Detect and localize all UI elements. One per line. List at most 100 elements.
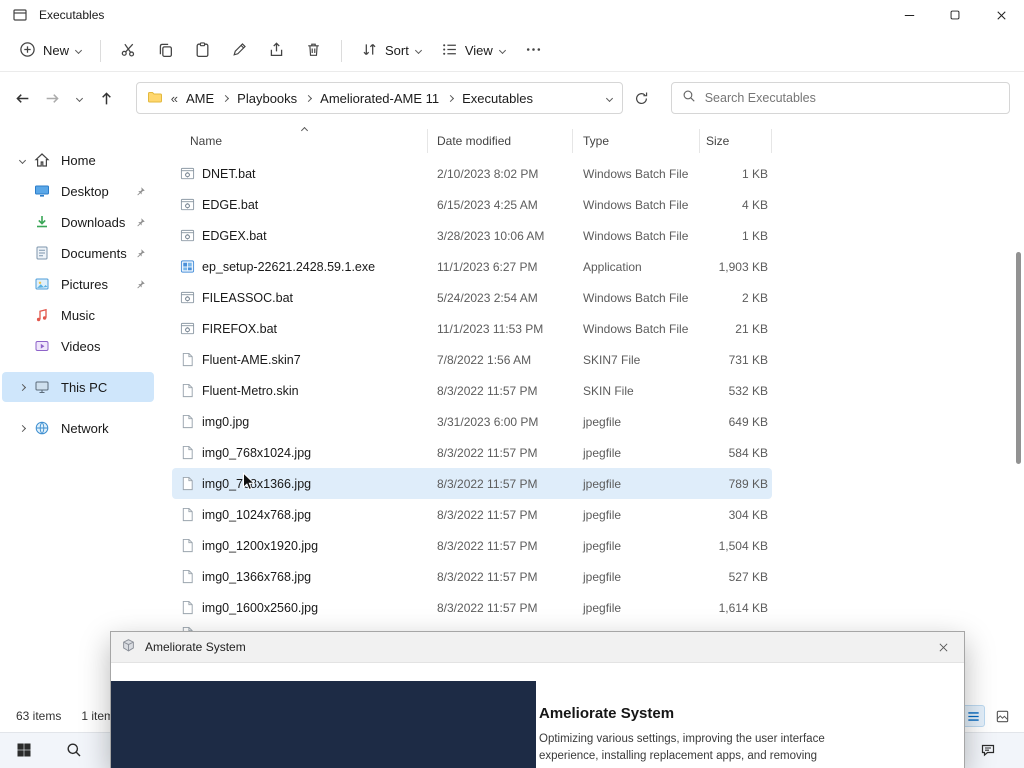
column-header-date-modified[interactable]: Date modified — [428, 129, 573, 153]
table-row[interactable]: img0_1024x768.jpg 8/3/2022 11:57 PM jpegfi… — [172, 499, 772, 530]
navigation-pane: Home Desktop Downloads Documents Pictures Mus… — [0, 124, 156, 700]
rename-button[interactable] — [222, 35, 257, 67]
file-explorer-window: Executables New Sort View « AME Playbook… — [0, 0, 1024, 732]
chevron-right-icon[interactable] — [18, 383, 26, 391]
pin-icon — [135, 186, 146, 197]
ellipsis-icon — [525, 41, 542, 61]
dialog-close-button[interactable] — [922, 632, 964, 663]
table-row[interactable]: EDGEX.bat 3/28/2023 10:06 AM Windows Batch… — [172, 220, 772, 251]
sidebar-item-desktop[interactable]: Desktop — [2, 176, 154, 206]
sidebar-item-this-pc[interactable]: This PC — [2, 372, 154, 402]
desktop: Executables New Sort View « AME Playbook… — [0, 0, 1024, 768]
new-button[interactable]: New — [10, 35, 90, 67]
column-header-type[interactable]: Type — [573, 129, 700, 153]
explorer-main: Home Desktop Downloads Documents Pictures Mus… — [0, 124, 1024, 700]
sidebar-item-network[interactable]: Network — [2, 413, 154, 443]
table-row[interactable]: img0.jpg 3/31/2023 6:00 PM jpegfile 649 KB — [172, 406, 772, 437]
start-button[interactable] — [8, 735, 40, 767]
file-name: DNET.bat — [202, 166, 256, 181]
breadcrumb[interactable]: « AME Playbooks Ameliorated-AME 11 Executab… — [135, 82, 623, 114]
explorer-app-icon — [12, 7, 29, 24]
refresh-button[interactable] — [627, 83, 657, 113]
breadcrumb-separator-icon — [305, 94, 313, 102]
breadcrumb-item[interactable]: Ameliorated-AME 11 — [318, 89, 441, 108]
file-size: 532 KB — [728, 383, 768, 398]
sidebar-item-videos[interactable]: Videos — [2, 331, 154, 361]
table-row[interactable]: ep_setup-22621.2428.59.1.exe 11/1/2023 6:… — [172, 251, 772, 282]
sidebar-item-documents[interactable]: Documents — [2, 238, 154, 268]
table-row[interactable]: img0_1200x1920.jpg 8/3/2022 11:57 PM jpegf… — [172, 530, 772, 561]
forward-button[interactable] — [38, 83, 68, 113]
table-row[interactable]: Fluent-Metro.skin 8/3/2022 11:57 PM SKIN F… — [172, 375, 772, 406]
file-size: 1,504 KB — [718, 538, 768, 553]
dialog-heading: Ameliorate System — [539, 705, 675, 722]
delete-button[interactable] — [296, 35, 331, 67]
column-header-name[interactable]: Name — [172, 129, 428, 153]
file-date-modified: 2/10/2023 8:02 PM — [437, 166, 539, 181]
share-icon — [268, 41, 285, 61]
cut-button[interactable] — [111, 35, 146, 67]
file-date-modified: 7/8/2022 1:56 AM — [437, 352, 532, 367]
back-button[interactable] — [8, 83, 38, 113]
taskbar-search-button[interactable] — [58, 735, 90, 767]
downloads-icon — [34, 214, 52, 230]
sidebar-item-label: This PC — [61, 379, 108, 395]
sidebar-item-downloads[interactable]: Downloads — [2, 207, 154, 237]
breadcrumb-overflow[interactable]: « — [171, 91, 178, 106]
file-icon — [180, 569, 195, 584]
address-dropdown-icon[interactable] — [605, 94, 613, 102]
sidebar-item-home[interactable]: Home — [2, 145, 154, 175]
file-name: Fluent-AME.skin7 — [202, 352, 301, 367]
table-row[interactable]: img0_1600x2560.jpg 8/3/2022 11:57 PM jpegf… — [172, 592, 772, 623]
up-button[interactable] — [92, 83, 122, 113]
file-size: 731 KB — [728, 352, 768, 367]
large-icons-view-toggle[interactable] — [990, 705, 1014, 727]
more-options-button[interactable] — [516, 35, 551, 67]
this-pc-icon — [34, 379, 52, 395]
breadcrumb-item[interactable]: Playbooks — [235, 89, 299, 108]
breadcrumb-separator-icon — [222, 94, 230, 102]
chevron-right-icon[interactable] — [18, 424, 26, 432]
sidebar-item-label: Videos — [61, 338, 101, 354]
file-size: 649 KB — [728, 414, 768, 429]
table-row[interactable]: img0_768x1024.jpg 8/3/2022 11:57 PM jpegfi… — [172, 437, 772, 468]
chevron-down-icon[interactable] — [18, 156, 26, 164]
package-icon — [121, 638, 136, 656]
share-button[interactable] — [259, 35, 294, 67]
file-icon — [180, 600, 195, 615]
view-button[interactable]: View — [432, 35, 514, 67]
table-row[interactable]: img0_768x1366.jpg 8/3/2022 11:57 PM jpegfi… — [172, 468, 772, 499]
music-icon — [34, 307, 52, 323]
vertical-scrollbar[interactable] — [1014, 124, 1024, 700]
sidebar-item-pictures[interactable]: Pictures — [2, 269, 154, 299]
scrollbar-thumb[interactable] — [1016, 252, 1021, 464]
close-button[interactable] — [978, 0, 1024, 30]
maximize-button[interactable] — [932, 0, 978, 30]
recent-locations-button[interactable] — [68, 83, 92, 113]
table-row[interactable]: DNET.bat 2/10/2023 8:02 PM Windows Batch F… — [172, 158, 772, 189]
minimize-button[interactable] — [886, 0, 932, 30]
table-row[interactable]: img0_1366x768.jpg 8/3/2022 11:57 PM jpegfi… — [172, 561, 772, 592]
file-type: jpegfile — [583, 414, 622, 429]
file-size: 4 KB — [741, 197, 768, 212]
plus-circle-icon — [19, 41, 36, 61]
notifications-button[interactable] — [972, 735, 1004, 767]
copy-button[interactable] — [148, 35, 183, 67]
sort-button[interactable]: Sort — [352, 35, 430, 67]
table-row[interactable]: Fluent-AME.skin7 7/8/2022 1:56 AM SKIN7 Fi… — [172, 344, 772, 375]
paste-button[interactable] — [185, 35, 220, 67]
sidebar-item-label: Music — [61, 307, 95, 323]
column-header-size[interactable]: Size — [700, 129, 772, 153]
mouse-cursor — [242, 472, 256, 497]
table-row[interactable]: FIREFOX.bat 11/1/2023 11:53 PM Windows Bat… — [172, 313, 772, 344]
search-box[interactable]: Search Executables — [670, 82, 1011, 114]
file-type: Application — [583, 259, 642, 274]
breadcrumb-item[interactable]: AME — [184, 89, 216, 108]
file-name: Fluent-Metro.skin — [202, 383, 299, 398]
breadcrumb-item[interactable]: Executables — [460, 89, 535, 108]
sidebar-item-music[interactable]: Music — [2, 300, 154, 330]
table-row[interactable]: EDGE.bat 6/15/2023 4:25 AM Windows Batch F… — [172, 189, 772, 220]
chat-bubble-icon — [980, 742, 996, 761]
table-row[interactable]: FILEASSOC.bat 5/24/2023 2:54 AM Windows Ba… — [172, 282, 772, 313]
chevron-down-icon — [76, 94, 84, 102]
